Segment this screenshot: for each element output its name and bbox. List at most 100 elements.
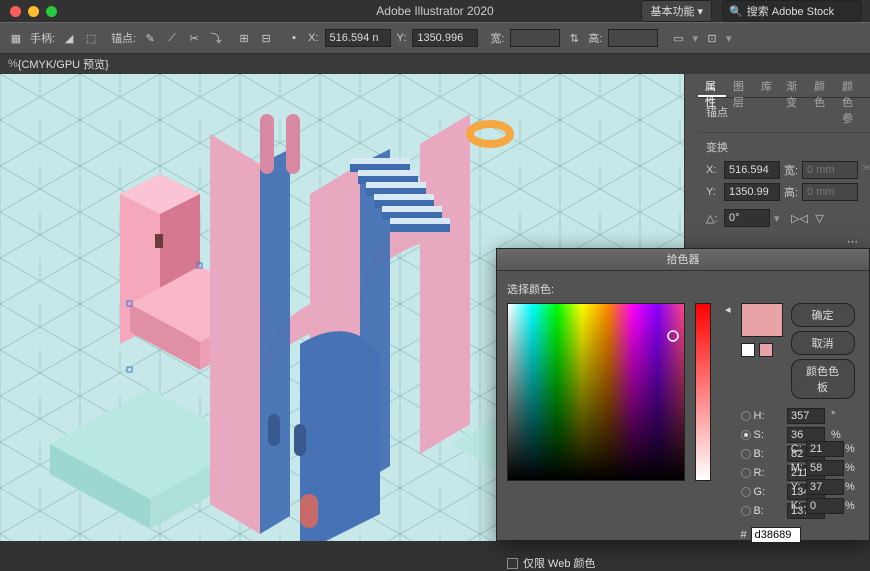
no-selection-icon[interactable]: ▦ [8,30,24,46]
link-wh-icon[interactable]: ⫘ [862,161,870,185]
workspace-switcher[interactable]: 基本功能▾ [641,0,712,22]
angle-label: △: [706,212,720,225]
reference-point-icon[interactable]: ▪ [286,30,302,46]
y2-label: Y: [791,481,803,493]
color-picker-title: 拾色器 [497,249,869,271]
tab-layers[interactable]: 图层 [726,74,754,97]
search-placeholder: 搜索 Adobe Stock [747,3,834,19]
flip-h-icon[interactable]: ▷◁ [792,210,808,226]
prop-w-input [802,161,858,179]
window-controls [0,6,57,17]
align-panel-icon[interactable]: ⊡ [704,30,720,46]
s-radio[interactable]: S: [741,429,783,441]
color-picker-dialog: 拾色器 选择颜色: ◂ [496,248,870,541]
maximize-window-icon[interactable] [46,6,57,17]
prop-y-input[interactable] [724,183,780,201]
anchor-label: 锚点: [111,30,136,46]
search-icon: 🔍 [729,5,743,18]
hue-arrow-icon: ◂ [725,303,731,316]
handle-icon-2[interactable]: ⬚ [83,30,99,46]
app-title: Adobe Illustrator 2020 [376,4,493,18]
remove-anchor-icon[interactable]: ✂ [186,30,202,46]
s-unit: % [831,429,859,441]
panel-tabs: 属性 图层 库 渐变 颜色 颜色参 [698,74,870,98]
w-input [510,29,560,47]
prop-y-label: Y: [706,186,720,198]
hand-label: 手柄: [30,30,55,46]
swatches-button[interactable]: 颜色色板 [791,359,855,399]
tab-swatches[interactable]: 颜色参 [835,74,870,97]
small-swatch-icon[interactable] [741,343,755,357]
tab-properties[interactable]: 属性 [698,74,726,97]
minimize-window-icon[interactable] [28,6,39,17]
x-input[interactable] [325,29,391,47]
k-input[interactable] [806,498,844,514]
prop-w-label: 宽: [784,162,798,178]
r-radio[interactable]: R: [741,467,783,479]
web-only-checkbox[interactable] [507,558,518,569]
doc-tab-label: {CMYK/GPU 预览} [18,56,109,72]
web-only-label: 仅限 Web 颜色 [523,555,596,571]
k-unit: % [845,500,859,512]
h-input [608,29,658,47]
select-color-label: 选择颜色: [507,281,859,297]
w-label: 宽: [490,30,504,46]
tab-libraries[interactable]: 库 [754,74,779,97]
title-bar: Adobe Illustrator 2020 基本功能▾ 🔍 搜索 Adobe S… [0,0,870,22]
m-unit: % [845,462,859,474]
chevron-down-icon: ▾ [692,32,698,45]
y2-input[interactable] [806,479,844,495]
chevron-down-icon: ▾ [726,32,732,45]
m-input[interactable] [806,460,844,476]
k-label: K: [791,500,803,512]
angle-input[interactable] [724,209,770,227]
connect-path-icon[interactable]: ⤵ [208,30,224,46]
hue-slider[interactable] [695,303,711,481]
chevron-down-icon[interactable]: ▾ [774,212,780,225]
control-toolbar: ▦ 手柄: ◢ ⬚ 锚点: ✎ ⟋ ✂ ⤵ ⊞ ⊟ ▪ X: Y: 宽: ⇅ 高… [0,22,870,54]
tab-gradient[interactable]: 渐变 [779,74,807,97]
more-options-icon[interactable]: ⋯ [847,235,858,248]
flip-v-icon[interactable]: ▽ [812,210,828,226]
link-wh-icon[interactable]: ⇅ [566,30,582,46]
tab-color[interactable]: 颜色 [807,74,835,97]
close-window-icon[interactable] [10,6,21,17]
c-unit: % [845,443,859,455]
workspace-label: 基本功能 [650,3,694,19]
b2-radio[interactable]: B: [741,505,783,517]
h-unit: ° [831,410,859,422]
b-radio[interactable]: B: [741,448,783,460]
prop-h-input [802,183,858,201]
hex-label: # [741,529,747,541]
convert-smooth-icon[interactable]: ✎ [142,30,158,46]
h-radio[interactable]: H: [741,410,783,422]
y-input[interactable] [412,29,478,47]
new-color-preview [741,303,783,337]
y-label: Y: [397,32,407,44]
color-spectrum[interactable] [507,303,685,481]
prop-x-input[interactable] [724,161,780,179]
shape-icon[interactable]: ▭ [670,30,686,46]
prop-h-label: 高: [784,184,798,200]
y2-unit: % [845,481,859,493]
search-input[interactable]: 🔍 搜索 Adobe Stock [722,0,862,22]
document-tab[interactable]: % {CMYK/GPU 预览} [0,54,870,74]
g-radio[interactable]: G: [741,486,783,498]
c-label: C: [791,443,803,455]
transform-section-title: 变换 [706,139,862,155]
ok-button[interactable]: 确定 [791,303,855,327]
convert-corner-icon[interactable]: ⟋ [164,30,180,46]
h-input[interactable] [787,408,825,424]
cancel-button[interactable]: 取消 [791,331,855,355]
h-label: 高: [588,30,602,46]
chevron-down-icon: ▾ [697,5,703,18]
m-label: M: [791,462,803,474]
anchor-section-title: 锚点 [706,104,862,120]
small-swatch-current-icon[interactable] [759,343,773,357]
x-label: X: [308,32,318,44]
c-input[interactable] [806,441,844,457]
align-icon-2[interactable]: ⊟ [258,30,274,46]
prop-x-label: X: [706,164,720,176]
handle-icon[interactable]: ◢ [61,30,77,46]
align-icon[interactable]: ⊞ [236,30,252,46]
